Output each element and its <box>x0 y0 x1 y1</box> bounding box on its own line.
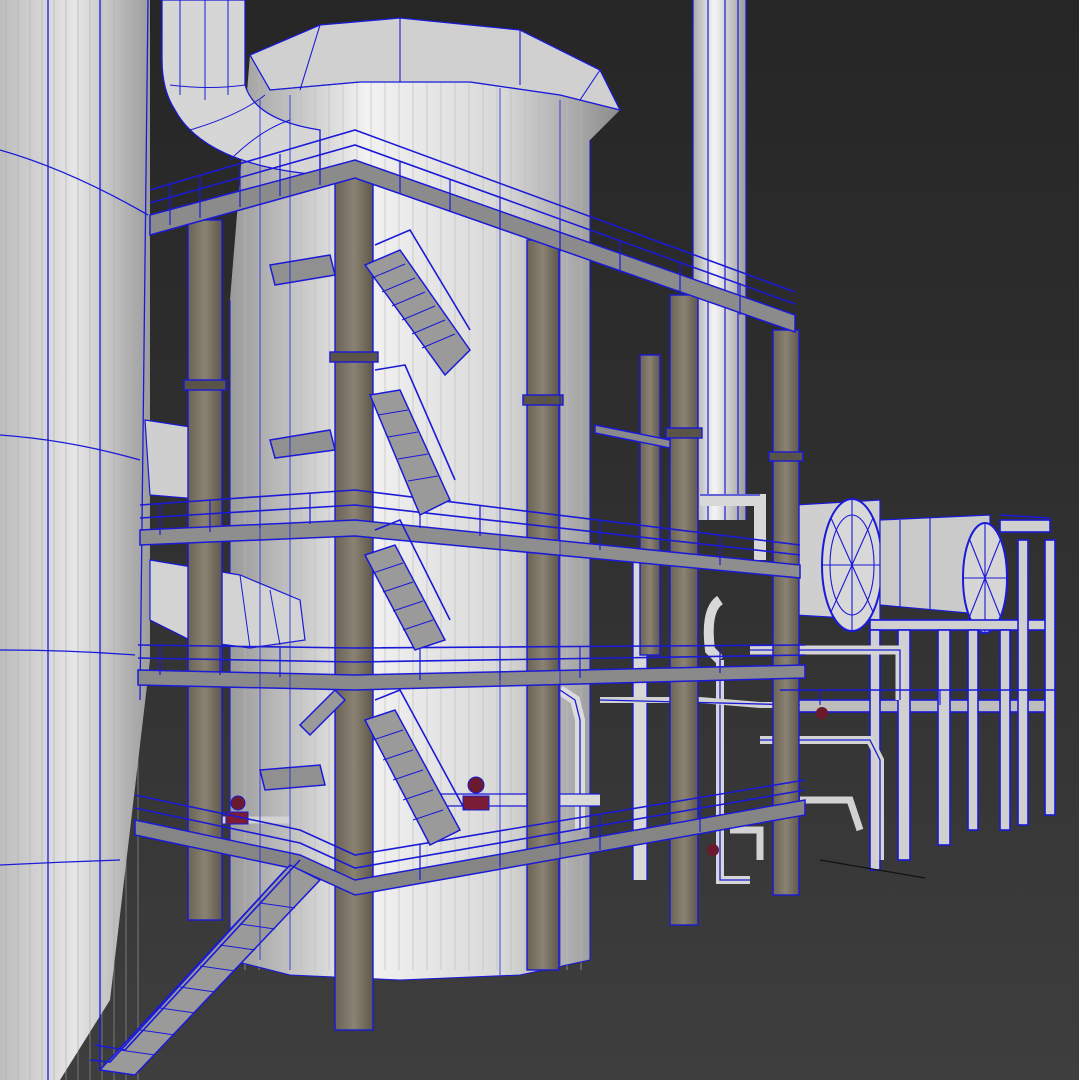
horizontal-drum-2[interactable] <box>879 514 1008 634</box>
valve-4 <box>816 707 828 719</box>
valve-3 <box>707 844 719 856</box>
3d-viewport[interactable] <box>0 0 1079 1080</box>
scene-canvas <box>0 0 1056 1080</box>
horizontal-drum-1[interactable] <box>794 498 883 632</box>
exhaust-stack[interactable] <box>692 0 747 520</box>
left-column-vessel[interactable] <box>0 0 150 1080</box>
